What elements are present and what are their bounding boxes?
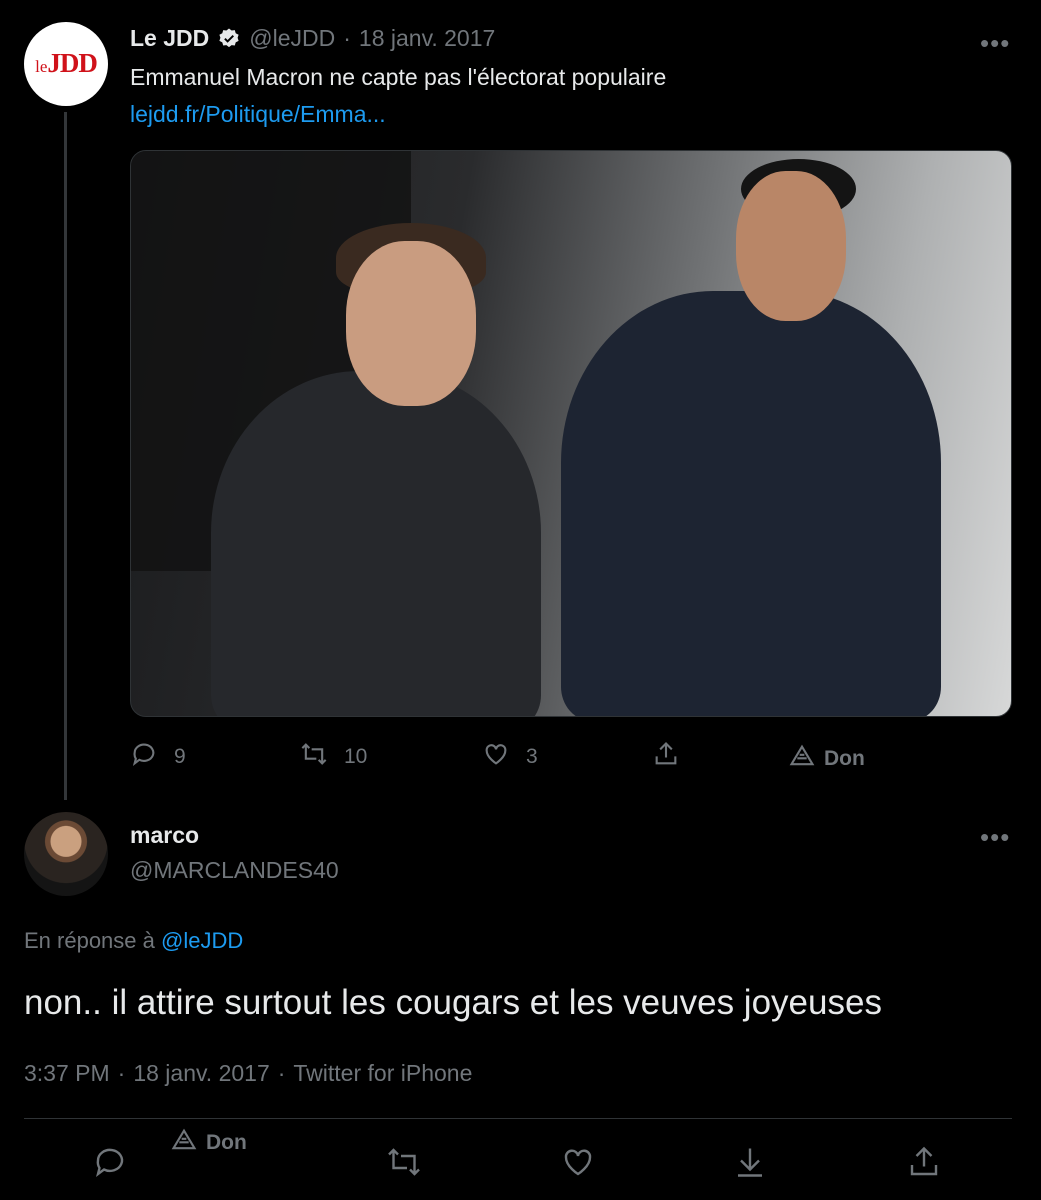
in-reply-handle[interactable]: @leJDD: [161, 928, 243, 953]
reply-text: non.. il attire surtout les cougars et l…: [24, 983, 882, 1022]
donate-icon: [788, 742, 816, 776]
handle[interactable]: @MARCLANDES40: [130, 857, 339, 884]
tweet-date[interactable]: 18 janv. 2017: [359, 25, 495, 52]
more-options-icon[interactable]: •••: [980, 822, 1010, 853]
retweet-action[interactable]: 10: [300, 740, 367, 774]
tweet-time[interactable]: 3:37 PM: [24, 1060, 110, 1087]
heart-icon[interactable]: [560, 1144, 596, 1180]
handle[interactable]: @leJDD: [249, 25, 335, 52]
divider: [24, 1118, 1012, 1119]
reply-count: 9: [174, 745, 186, 768]
display-name[interactable]: marco: [130, 822, 199, 849]
tweet-metadata: 3:37 PM · 18 janv. 2017 · Twitter for iP…: [24, 1060, 472, 1087]
retweet-icon[interactable]: [386, 1144, 422, 1180]
avatar[interactable]: leJDD: [24, 22, 108, 106]
bookmark-download-icon[interactable]: [732, 1144, 768, 1180]
separator: ·: [343, 25, 351, 51]
tweet-header: Le JDD @leJDD · 18 janv. 2017: [130, 25, 495, 52]
share-icon: [652, 740, 680, 774]
like-count: 3: [526, 745, 538, 768]
share-action[interactable]: [652, 740, 680, 774]
tweet-link[interactable]: lejdd.fr/Politique/Emma...: [130, 101, 386, 128]
in-reply-to: En réponse à @leJDD: [24, 928, 243, 954]
photo-face-right: [736, 171, 846, 321]
jdd-logo: leJDD: [35, 48, 98, 78]
heart-icon: [482, 740, 510, 774]
display-name[interactable]: Le JDD: [130, 25, 209, 52]
photo-person-right: [561, 291, 941, 716]
in-reply-prefix: En réponse à: [24, 928, 155, 953]
like-action[interactable]: 3: [482, 740, 538, 774]
separator: ·: [117, 1060, 126, 1086]
thread-connector: [64, 112, 67, 800]
tweet-date[interactable]: 18 janv. 2017: [133, 1060, 269, 1087]
photo-person-left: [211, 371, 541, 716]
retweet-count: 10: [344, 745, 368, 768]
reply-icon[interactable]: [92, 1144, 128, 1180]
retweet-icon: [300, 740, 328, 774]
donate-action[interactable]: Don: [788, 742, 865, 776]
avatar[interactable]: [24, 812, 108, 896]
donate-action[interactable]: Don: [170, 1126, 247, 1160]
tweet-source[interactable]: Twitter for iPhone: [293, 1060, 472, 1087]
photo-face-left: [346, 241, 476, 406]
verified-badge-icon: [217, 27, 241, 51]
separator: ·: [277, 1060, 286, 1086]
reply-icon: [130, 740, 158, 774]
reply-action[interactable]: 9: [130, 740, 186, 774]
donate-label: Don: [206, 1131, 247, 1154]
tweet-photo[interactable]: [130, 150, 1012, 717]
more-options-icon[interactable]: •••: [980, 28, 1010, 59]
donate-icon: [170, 1126, 198, 1160]
donate-label: Don: [824, 747, 865, 770]
tweet-text: Emmanuel Macron ne capte pas l'électorat…: [130, 64, 667, 90]
share-icon[interactable]: [906, 1144, 942, 1180]
